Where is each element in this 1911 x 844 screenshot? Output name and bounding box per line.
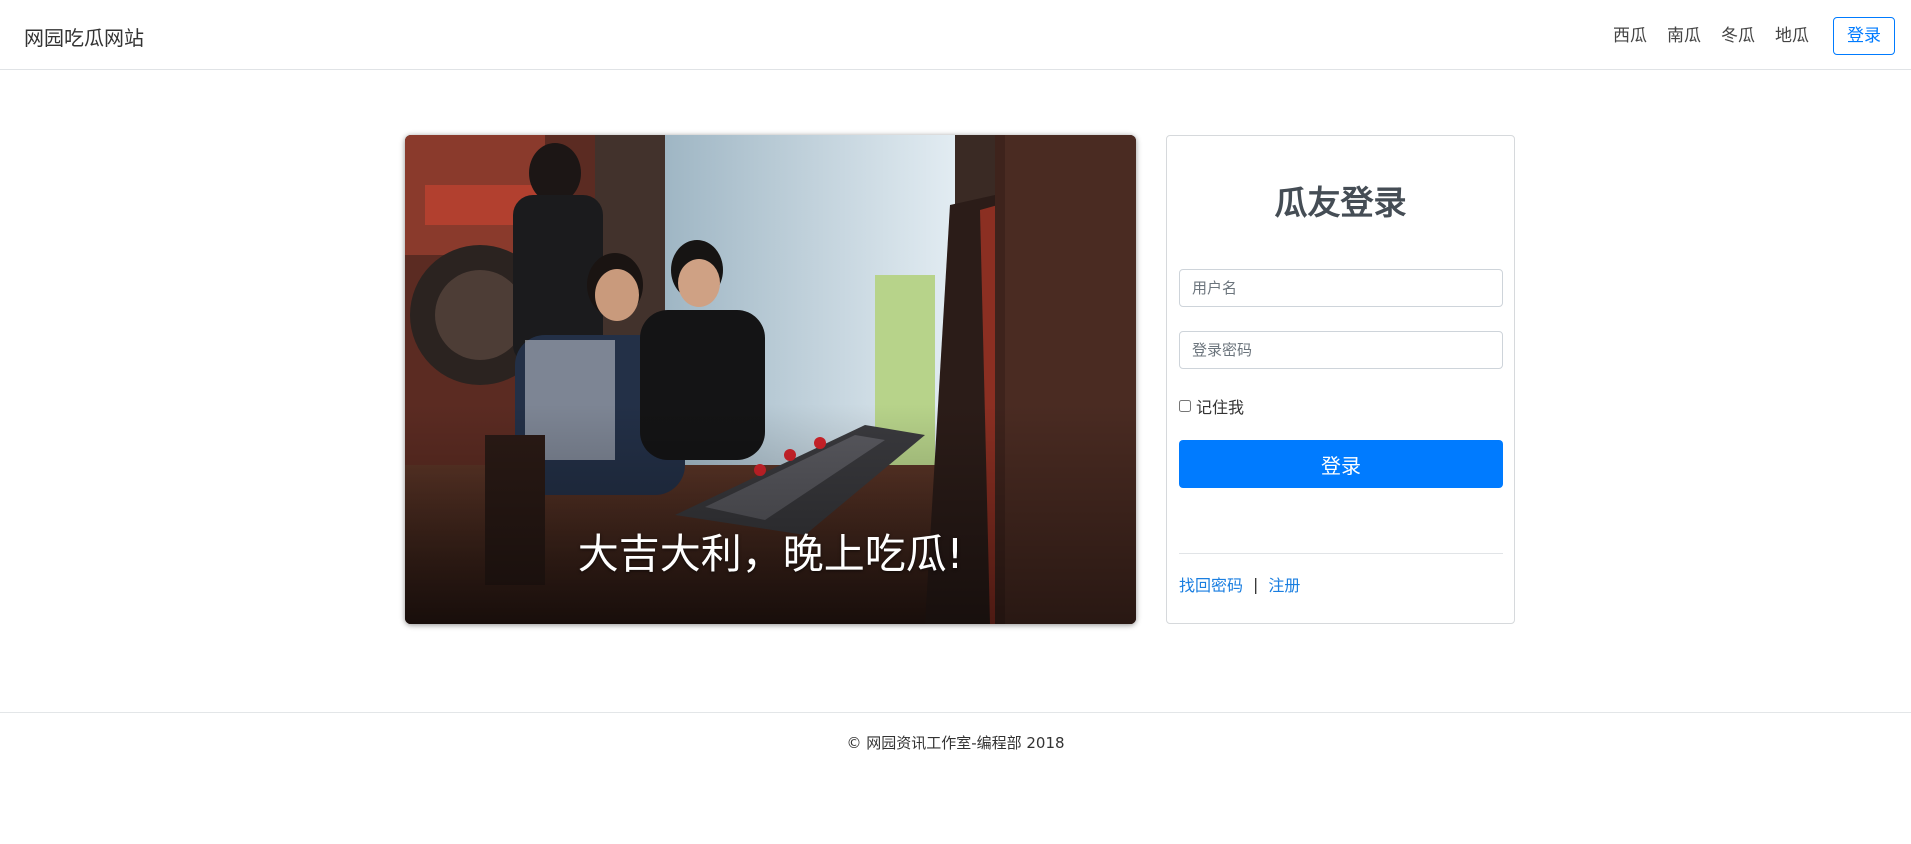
hero-image-panel: 大吉大利，晚上吃瓜! (405, 135, 1136, 624)
nav-link-xigua[interactable]: 西瓜 (1613, 18, 1647, 54)
top-navbar: 网园吃瓜网站 西瓜 南瓜 冬瓜 地瓜 登录 (0, 0, 1911, 70)
register-link[interactable]: 注册 (1268, 572, 1300, 596)
remember-me-checkbox[interactable] (1179, 400, 1191, 412)
nav-link-donggua[interactable]: 冬瓜 (1721, 18, 1755, 54)
nav-login-button[interactable]: 登录 (1833, 17, 1895, 55)
login-submit-button[interactable]: 登录 (1179, 440, 1503, 488)
nav-link-nangua[interactable]: 南瓜 (1667, 18, 1701, 54)
username-input[interactable] (1179, 269, 1503, 307)
link-separator: | (1253, 574, 1259, 594)
nav-link-digua[interactable]: 地瓜 (1775, 18, 1809, 54)
card-divider (1179, 553, 1503, 554)
password-input[interactable] (1179, 331, 1503, 369)
site-brand[interactable]: 网园吃瓜网站 (24, 22, 144, 51)
hero-caption: 大吉大利，晚上吃瓜! (577, 530, 964, 578)
forgot-password-link[interactable]: 找回密码 (1179, 572, 1243, 596)
remember-me-label: 记住我 (1196, 398, 1245, 417)
footer-divider (0, 712, 1911, 713)
nav-links: 西瓜 南瓜 冬瓜 地瓜 登录 (1593, 17, 1895, 55)
card-links: 找回密码 | 注册 (1179, 572, 1300, 596)
login-card: 瓜友登录 记住我 登录 找回密码 | 注册 (1166, 135, 1515, 624)
login-title: 瓜友登录 (1274, 183, 1407, 222)
remember-me[interactable]: 记住我 (1179, 394, 1244, 418)
footer-copyright: © 网园资讯工作室-编程部 2018 (846, 734, 1065, 752)
